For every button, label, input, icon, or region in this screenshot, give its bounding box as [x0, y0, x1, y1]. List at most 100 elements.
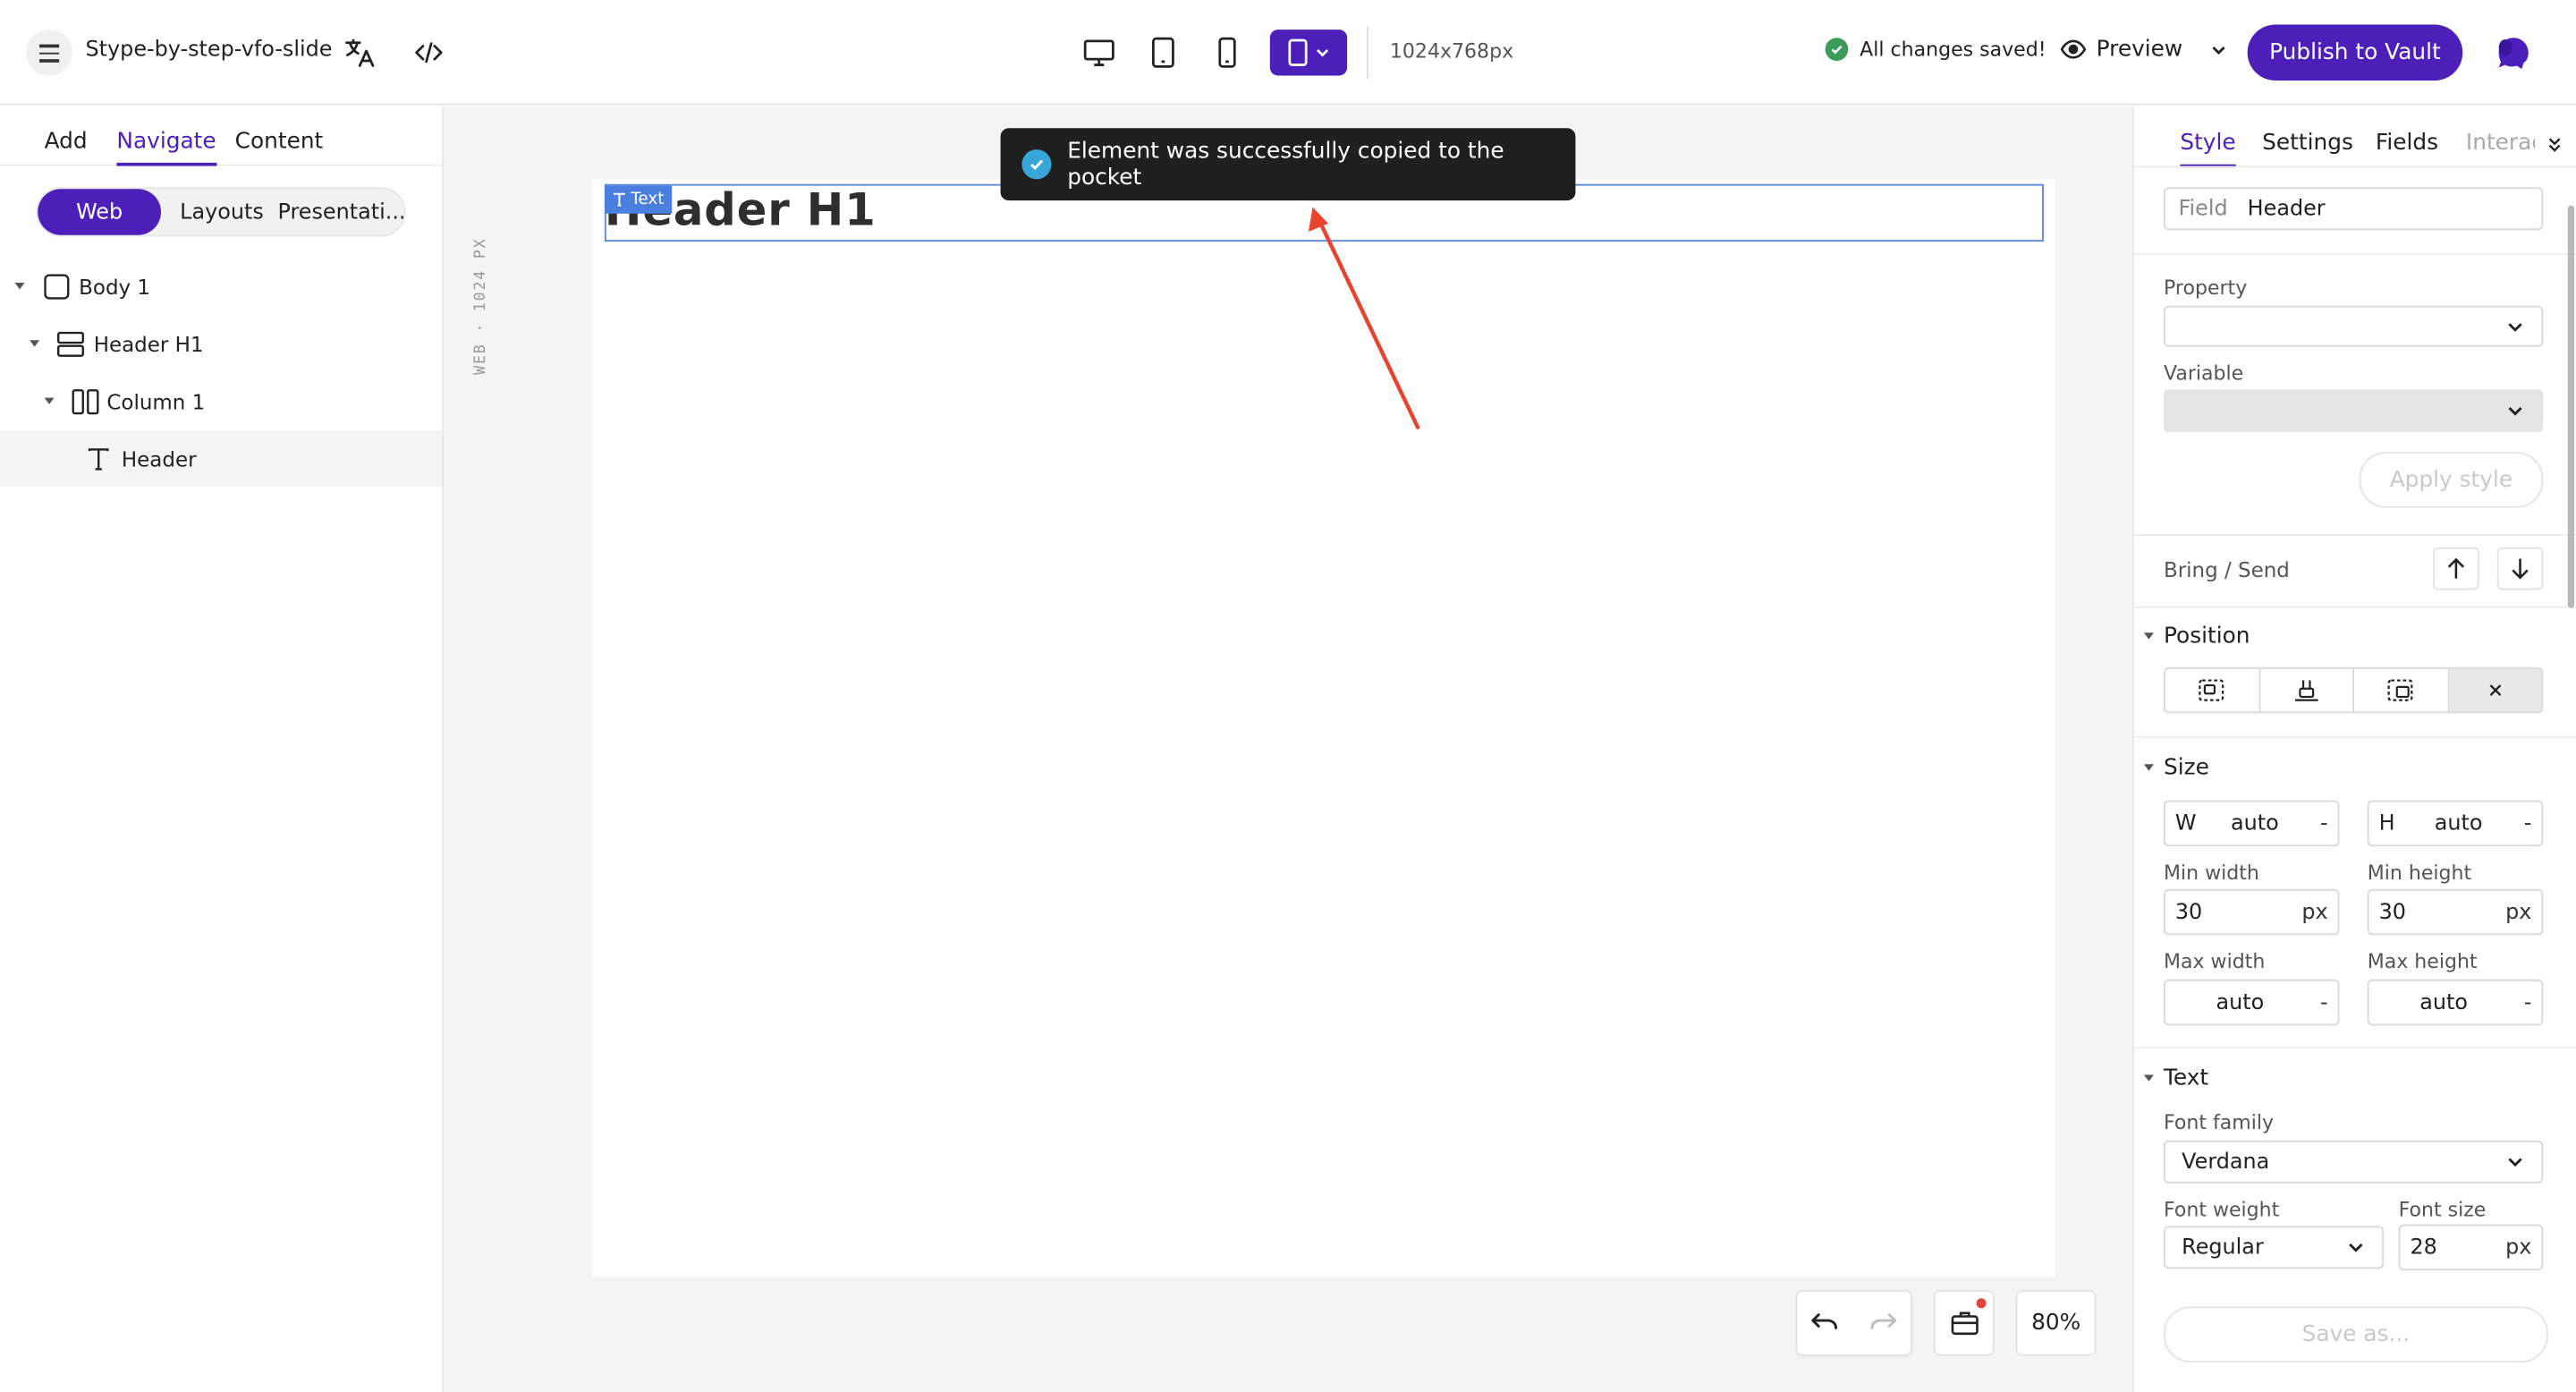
translate-icon[interactable] [340, 33, 379, 72]
annotation-arrow [1308, 207, 1420, 429]
preview-label: Preview [2096, 36, 2183, 63]
code-icon[interactable] [409, 33, 448, 72]
field-label: Field [2178, 196, 2228, 222]
bring-forward-button[interactable] [2433, 547, 2479, 590]
publish-button[interactable]: Publish to Vault [2247, 24, 2463, 81]
chevron-down-icon [2508, 406, 2522, 416]
custom-device-dropdown[interactable] [1269, 30, 1348, 76]
tab-interactions[interactable]: Interac [2466, 130, 2535, 156]
briefcase-icon [1950, 1311, 1978, 1336]
position-none-button[interactable] [2448, 668, 2542, 712]
save-as-button[interactable]: Save as... [2163, 1306, 2548, 1362]
height-input[interactable]: H auto - [2367, 800, 2544, 847]
min-width-input[interactable]: 30 px [2163, 888, 2340, 936]
max-width-input[interactable]: auto - [2163, 979, 2340, 1026]
menu-button[interactable] [26, 30, 72, 76]
left-tabs: Add Navigate Content [0, 106, 443, 166]
divider [2133, 606, 2576, 608]
chevron-down-icon [2508, 322, 2522, 331]
preview-button[interactable]: Preview [2060, 36, 2227, 63]
arrow-down-icon [2512, 558, 2529, 580]
selection-tag: Text [604, 185, 673, 214]
caret-down-icon[interactable] [30, 340, 40, 347]
text-icon [88, 448, 109, 471]
breakpoint-label: WEB · 1024 PX [472, 237, 490, 375]
chevron-down-icon [2349, 1243, 2363, 1252]
tab-settings[interactable]: Settings [2262, 130, 2353, 156]
size-section-header[interactable]: Size [2143, 754, 2209, 781]
tree-item-header-h1[interactable]: Header H1 [0, 316, 442, 371]
bring-send-label: Bring / Send [2163, 556, 2290, 582]
font-family-label: Font family [2163, 1110, 2275, 1134]
max-height-input[interactable]: auto - [2367, 979, 2544, 1026]
position-relative-button[interactable] [2165, 668, 2260, 712]
width-input[interactable]: W auto - [2163, 800, 2340, 847]
property-select[interactable] [2163, 305, 2544, 347]
caret-down-icon[interactable] [14, 282, 25, 290]
min-height-input[interactable]: 30 px [2367, 888, 2544, 936]
text-title: Text [2163, 1065, 2209, 1091]
redo-icon[interactable] [1868, 1311, 1897, 1335]
position-sticky-button[interactable] [2259, 668, 2355, 712]
chevron-down-icon [2508, 1158, 2522, 1167]
text-icon [613, 192, 625, 207]
position-absolute-icon [2387, 679, 2413, 701]
font-size-input[interactable]: 28 px [2398, 1224, 2544, 1271]
scrollbar[interactable] [2567, 205, 2575, 608]
font-family-select[interactable]: Verdana [2163, 1140, 2544, 1184]
zoom-level[interactable]: 80% [2015, 1290, 2097, 1356]
apply-style-button[interactable]: Apply style [2359, 452, 2544, 508]
tree-item-column[interactable]: Column 1 [0, 373, 442, 429]
caret-down-icon[interactable] [44, 397, 55, 404]
chevron-down-icon [2211, 46, 2224, 55]
tree-item-label: Column 1 [106, 388, 206, 414]
desktop-view-button[interactable] [1076, 30, 1122, 75]
variable-select[interactable] [2163, 389, 2544, 433]
font-weight-label: Font weight [2163, 1198, 2280, 1221]
tablet-view-button[interactable] [1140, 30, 1186, 75]
field-value: Header [2247, 196, 2326, 222]
max-height-label: Max height [2367, 949, 2478, 973]
tab-fields[interactable]: Fields [2376, 130, 2438, 156]
font-weight-select[interactable]: Regular [2163, 1226, 2385, 1269]
field-input[interactable]: Field Header [2163, 187, 2544, 231]
canvas-dimensions: 1024x768px [1389, 39, 1514, 63]
variable-label: Variable [2163, 361, 2244, 385]
text-section-header[interactable]: Text [2143, 1065, 2209, 1091]
font-size-label: Font size [2398, 1198, 2487, 1221]
undo-icon[interactable] [1811, 1311, 1841, 1335]
property-label: Property [2163, 276, 2248, 300]
tree-item-body[interactable]: Body 1 [0, 258, 442, 313]
check-circle-icon [1021, 149, 1051, 180]
position-absolute-button[interactable] [2354, 668, 2449, 712]
segment-web[interactable]: Web [38, 189, 161, 235]
min-height-label: Min height [2367, 861, 2472, 885]
tab-add[interactable]: Add [45, 128, 88, 154]
tree-item-label: Header [121, 446, 197, 471]
position-section-header[interactable]: Position [2143, 623, 2250, 649]
tab-style[interactable]: Style [2180, 130, 2236, 168]
tab-navigate[interactable]: Navigate [116, 128, 216, 166]
tree-item-label: Header H1 [93, 331, 204, 356]
min-width-label: Min width [2163, 861, 2259, 885]
right-panel: Style Settings Fields Interac Field Head… [2132, 106, 2576, 1392]
segment-layouts[interactable]: Layouts [169, 189, 275, 234]
user-avatar[interactable] [2489, 30, 2535, 75]
left-panel: Add Navigate Content Web Layouts Present… [0, 106, 444, 1392]
document-title[interactable]: Stype-by-step-vfo-slide [86, 38, 333, 63]
position-title: Position [2163, 623, 2250, 649]
segment-presentations[interactable]: Presentati... [277, 189, 406, 234]
send-backward-button[interactable] [2496, 547, 2544, 590]
tab-content[interactable]: Content [235, 128, 324, 154]
caret-down-icon [2143, 632, 2154, 640]
tree-item-header[interactable]: Header [0, 430, 443, 487]
chevron-double-down-icon[interactable] [2546, 135, 2563, 155]
position-sticky-icon [2294, 680, 2318, 701]
view-segmented-control: Web Layouts Presentati... [36, 187, 406, 237]
mobile-view-button[interactable] [1204, 30, 1250, 75]
columns-icon [72, 389, 99, 415]
divider [2133, 252, 2576, 255]
selection-tag-label: Text [631, 191, 665, 209]
chevron-down-icon [1317, 49, 1329, 57]
size-title: Size [2163, 754, 2209, 781]
